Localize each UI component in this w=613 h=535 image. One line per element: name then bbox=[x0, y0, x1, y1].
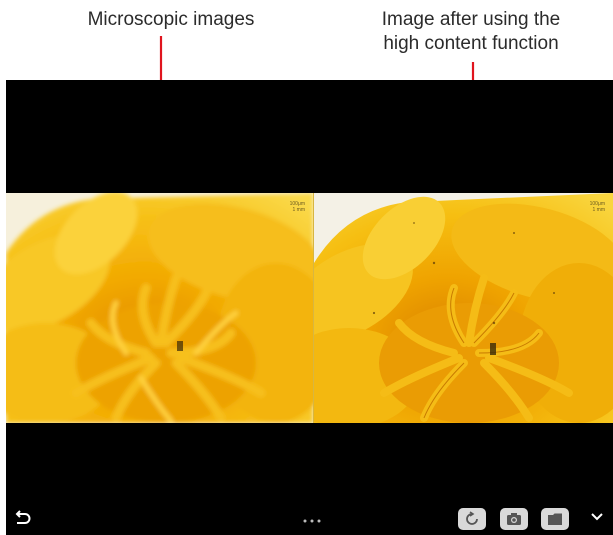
caption-line-1: Image after using the bbox=[381, 9, 561, 30]
gallery-button[interactable] bbox=[541, 508, 569, 530]
scale-label: 100μm 1 mm bbox=[290, 201, 305, 213]
rotate-button[interactable] bbox=[458, 508, 486, 530]
camera-button[interactable] bbox=[500, 508, 528, 530]
device-screen: 100μm 1 mm 100μm 1 mm bbox=[6, 80, 613, 535]
camera-icon bbox=[507, 513, 521, 525]
chevron-down-icon[interactable] bbox=[590, 512, 604, 522]
flower-image bbox=[6, 193, 313, 423]
flower-image-enhanced bbox=[314, 193, 613, 423]
scale-unit: 1 mm bbox=[592, 207, 606, 213]
bottom-toolbar bbox=[6, 502, 613, 535]
folder-icon bbox=[548, 513, 562, 525]
rotate-icon bbox=[466, 511, 478, 525]
back-arrow-icon[interactable] bbox=[14, 510, 32, 526]
microscope-image-high-content[interactable]: 100μm 1 mm bbox=[314, 193, 613, 423]
page-dots-icon bbox=[303, 519, 321, 523]
caption-microscopic-images: Microscopic images bbox=[87, 9, 255, 30]
scale-label: 100μm 1 mm bbox=[590, 201, 605, 213]
scale-unit: 1 mm bbox=[292, 207, 306, 213]
microscope-image-original[interactable]: 100μm 1 mm bbox=[6, 193, 313, 423]
caption-high-content: Image after using the high content funct… bbox=[352, 8, 590, 56]
caption-line-2: high content function bbox=[383, 33, 559, 54]
